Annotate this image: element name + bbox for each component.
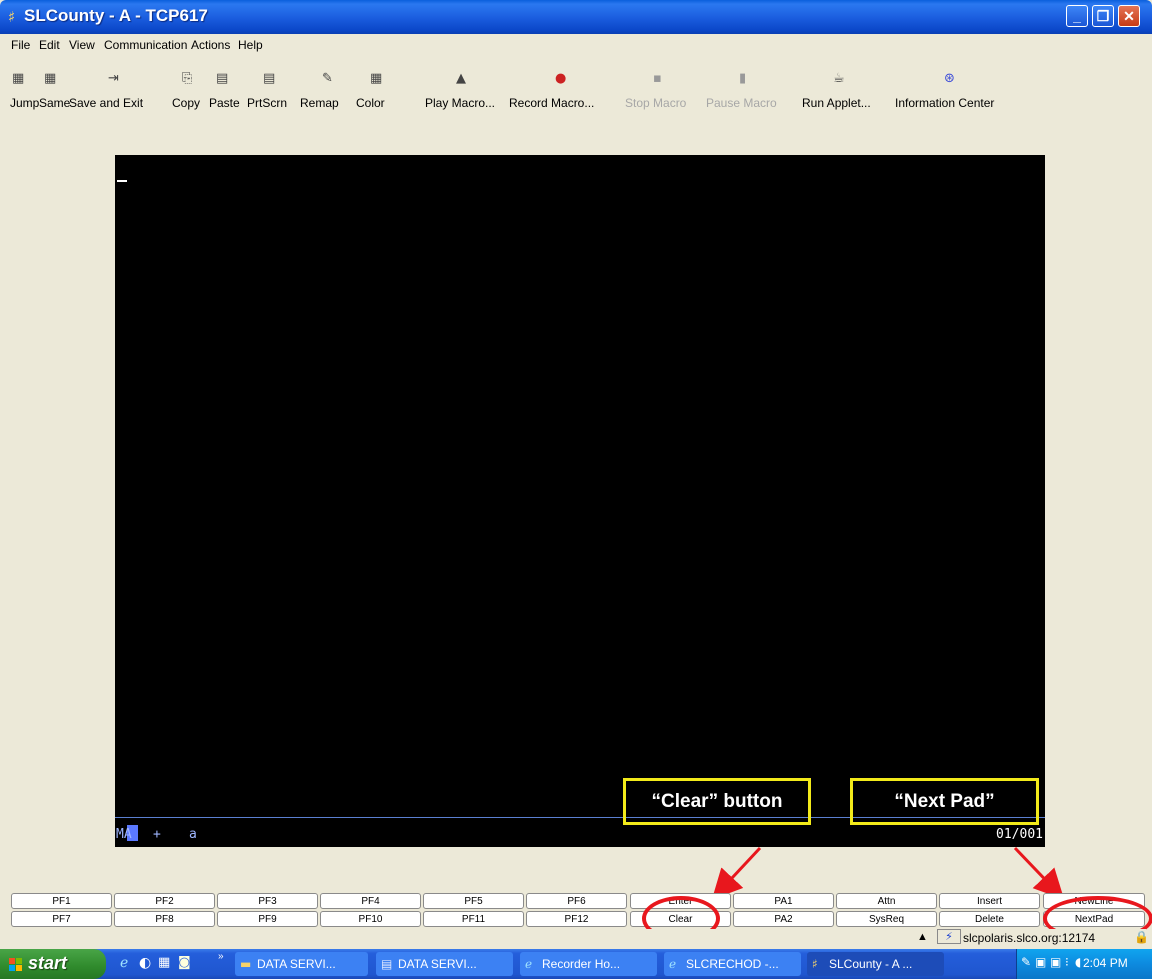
key-pf9[interactable]: PF9 bbox=[217, 911, 318, 927]
clock: 2:04 PM bbox=[1083, 956, 1128, 970]
key-pf6[interactable]: PF6 bbox=[526, 893, 627, 909]
quicklaunch-overflow-icon[interactable]: » bbox=[218, 951, 224, 962]
key-attn[interactable]: Attn bbox=[836, 893, 937, 909]
tray-tool-icon[interactable]: ✎ bbox=[1021, 955, 1031, 969]
taskbar-item-slcrechod[interactable]: ℯ SLCRECHOD -... bbox=[664, 952, 801, 976]
terminal-app-icon: ♯ bbox=[812, 957, 818, 971]
callout-arrows bbox=[711, 846, 1065, 900]
key-pf11[interactable]: PF11 bbox=[423, 911, 524, 927]
start-label: start bbox=[28, 953, 68, 973]
lock-icon: 🔒 bbox=[1134, 930, 1149, 944]
task-label: Recorder Ho... bbox=[542, 957, 621, 971]
quicklaunch-icon-2[interactable]: ◐ bbox=[139, 955, 151, 971]
internet-explorer-icon: ℯ bbox=[525, 957, 533, 971]
key-pf3[interactable]: PF3 bbox=[217, 893, 318, 909]
key-pf10[interactable]: PF10 bbox=[320, 911, 421, 927]
start-button[interactable]: start bbox=[0, 949, 106, 979]
connection-icon: ⚡ bbox=[937, 929, 961, 944]
quicklaunch-icon-3[interactable]: ▦ bbox=[158, 955, 170, 970]
key-pf7[interactable]: PF7 bbox=[11, 911, 112, 927]
scroll-up-icon[interactable]: ▲ bbox=[917, 931, 928, 943]
key-pf8[interactable]: PF8 bbox=[114, 911, 215, 927]
key-pf5[interactable]: PF5 bbox=[423, 893, 524, 909]
task-label: DATA SERVI... bbox=[257, 957, 336, 971]
tray-network-icon[interactable]: ▣ bbox=[1035, 955, 1046, 969]
key-delete[interactable]: Delete bbox=[939, 911, 1040, 927]
word-document-icon: ▤ bbox=[381, 957, 393, 971]
host-address: slcpolaris.slco.org:12174 bbox=[963, 931, 1096, 945]
windows-logo-icon bbox=[9, 958, 22, 971]
quicklaunch-icon-4[interactable]: ◙ bbox=[178, 955, 191, 970]
taskbar-item-data-services-doc[interactable]: ▤ DATA SERVI... bbox=[376, 952, 513, 976]
ie-quicklaunch-icon[interactable]: ℯ bbox=[120, 955, 128, 971]
clear-arrow bbox=[711, 846, 762, 900]
tray-alert-icon[interactable]: ⁝ bbox=[1065, 955, 1069, 969]
key-pa1[interactable]: PA1 bbox=[733, 893, 834, 909]
taskbar-item-slcounty[interactable]: ♯ SLCounty - A ... bbox=[807, 952, 944, 976]
key-sysreq[interactable]: SysReq bbox=[836, 911, 937, 927]
tray-volume-icon[interactable]: ◖ bbox=[1075, 955, 1081, 969]
key-pf12[interactable]: PF12 bbox=[526, 911, 627, 927]
taskbar-item-data-services-folder[interactable]: ▬ DATA SERVI... bbox=[235, 952, 368, 976]
tray-help-icon[interactable]: ▣ bbox=[1050, 955, 1061, 969]
key-insert[interactable]: Insert bbox=[939, 893, 1040, 909]
internet-explorer-icon: ℯ bbox=[669, 957, 677, 971]
taskbar: start ℯ ◐ ▦ ◙ » ▬ DATA SERVI... ▤ DATA S… bbox=[0, 949, 1152, 979]
folder-icon: ▬ bbox=[240, 957, 252, 971]
task-label: DATA SERVI... bbox=[398, 957, 477, 971]
taskbar-item-recorder[interactable]: ℯ Recorder Ho... bbox=[520, 952, 657, 976]
key-pa2[interactable]: PA2 bbox=[733, 911, 834, 927]
task-label: SLCounty - A ... bbox=[829, 957, 913, 971]
nextpad-arrow bbox=[1013, 846, 1065, 900]
key-pf4[interactable]: PF4 bbox=[320, 893, 421, 909]
key-pf1[interactable]: PF1 bbox=[11, 893, 112, 909]
task-label: SLCRECHOD -... bbox=[686, 957, 779, 971]
key-pf2[interactable]: PF2 bbox=[114, 893, 215, 909]
